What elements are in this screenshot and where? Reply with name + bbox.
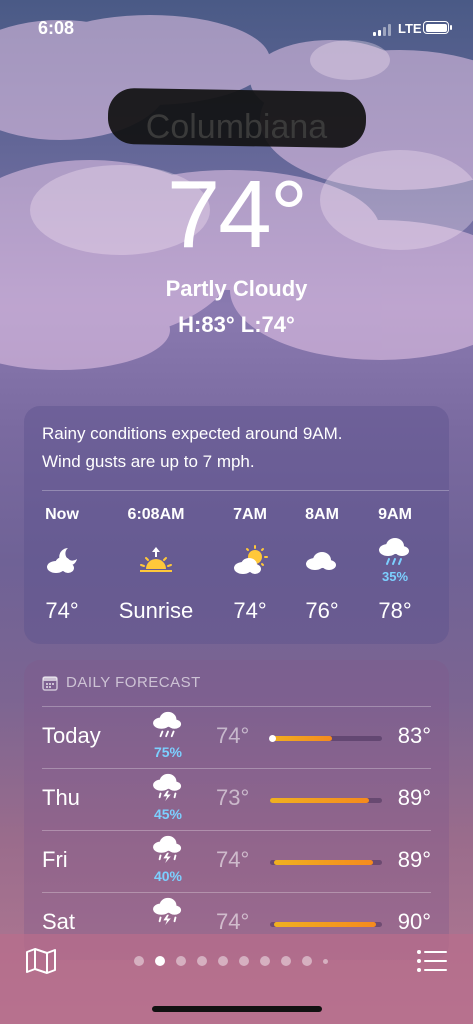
precip-chance: 45% (153, 806, 183, 822)
map-icon[interactable] (24, 946, 58, 976)
page-dot[interactable] (302, 956, 312, 966)
precip-chance: 40% (153, 868, 183, 884)
hour-label: Now (45, 506, 79, 523)
high-temp: 89° (397, 847, 431, 872)
day-label: Today (42, 723, 101, 748)
day-label: Sat (42, 909, 76, 934)
hour-label: 9AM (378, 506, 412, 523)
hourly-item: 9AM 35% 78° (355, 506, 435, 624)
battery-icon (423, 21, 452, 34)
sun-cloud-icon (234, 545, 268, 574)
day-label: Fri (42, 847, 68, 872)
hourly-item: Now 74° (22, 506, 102, 624)
daily-row: Thu 45% 73° 89° (42, 768, 431, 831)
divider (42, 490, 449, 491)
daily-row: Fri 40% 74° 89° (42, 830, 431, 893)
high-temp: 90° (397, 909, 431, 934)
daily-forecast-card[interactable]: DAILY FORECAST Today 75% 74° 83° Thu 45% (24, 660, 449, 960)
temp-range-bar (270, 736, 332, 741)
thunderstorm-icon (153, 897, 182, 925)
temp-range-track (269, 735, 382, 742)
page-indicator[interactable] (134, 956, 328, 966)
daily-row: Today 75% 74° 83° (42, 706, 431, 769)
hourly-item: 8AM 76° (282, 506, 362, 624)
precip-chance: 35% (381, 568, 409, 584)
hour-label: 7AM (233, 506, 267, 523)
page-dot[interactable] (134, 956, 144, 966)
hour-label: 8AM (305, 506, 339, 523)
sunrise-icon (140, 547, 172, 572)
precip-chance: 75% (153, 744, 183, 760)
low-temp: 74° (216, 723, 250, 748)
page-dot[interactable] (197, 956, 207, 966)
location-name: Columbiana (145, 108, 328, 146)
calendar-icon (42, 675, 58, 691)
high-temp: 89° (397, 785, 431, 810)
rain-cloud-icon (153, 711, 182, 738)
rain-cloud-icon (379, 537, 409, 565)
hour-temp: 78° (378, 598, 412, 623)
signal-icon (373, 24, 393, 36)
temp-range-track (270, 798, 382, 803)
hour-temp: 74° (233, 598, 267, 623)
page-dot[interactable] (176, 956, 186, 966)
day-label: Thu (42, 785, 80, 810)
page-dot[interactable] (323, 958, 328, 964)
status-time: 6:08 (38, 18, 75, 38)
page-dot[interactable] (239, 956, 249, 966)
hourly-forecast-card[interactable]: Rainy conditions expected around 9AM. Wi… (24, 406, 449, 644)
hour-label: 6:08AM (127, 506, 185, 523)
sunrise-label: Sunrise (118, 598, 194, 623)
thunderstorm-icon (153, 773, 182, 801)
low-temp: 74° (216, 847, 250, 872)
hour-temp: 74° (45, 598, 79, 623)
hour-temp: 76° (305, 598, 339, 623)
page-dot[interactable] (260, 956, 270, 966)
network-type: LTE (398, 21, 422, 36)
list-icon[interactable] (416, 948, 448, 974)
temp-range-track (270, 860, 382, 865)
current-condition: Partly Cloudy (165, 276, 308, 301)
forecast-summary: Rainy conditions expected around 9AM. Wi… (42, 420, 432, 476)
status-bar: 6:08 LTE (0, 0, 473, 58)
hourly-item: 6:08AM Sunrise (116, 506, 196, 624)
cloud-icon (306, 552, 336, 570)
daily-header-label: DAILY FORECAST (66, 674, 201, 691)
summary-line: Wind gusts are up to 7 mph. (42, 452, 255, 471)
bottom-toolbar (0, 934, 473, 1024)
moon-cloud-icon (47, 548, 77, 573)
page-dot[interactable] (218, 956, 228, 966)
temp-range-bar (270, 798, 369, 803)
temp-range-bar (274, 922, 377, 927)
hourly-item: 7AM 74° (210, 506, 290, 624)
high-temp: 83° (397, 723, 431, 748)
thunderstorm-icon (153, 835, 182, 863)
page-dot[interactable] (281, 956, 291, 966)
current-temperature: 74° (166, 161, 308, 268)
low-temp: 74° (216, 909, 250, 934)
low-temp: 73° (216, 785, 250, 810)
summary-line: Rainy conditions expected around 9AM. (42, 424, 343, 443)
temp-range-bar (274, 860, 374, 865)
daily-header: DAILY FORECAST (42, 674, 201, 691)
home-indicator (152, 1006, 322, 1012)
page-dot[interactable] (155, 956, 165, 966)
high-low: H:83° L:74° (178, 312, 295, 337)
temp-range-track (270, 922, 382, 927)
